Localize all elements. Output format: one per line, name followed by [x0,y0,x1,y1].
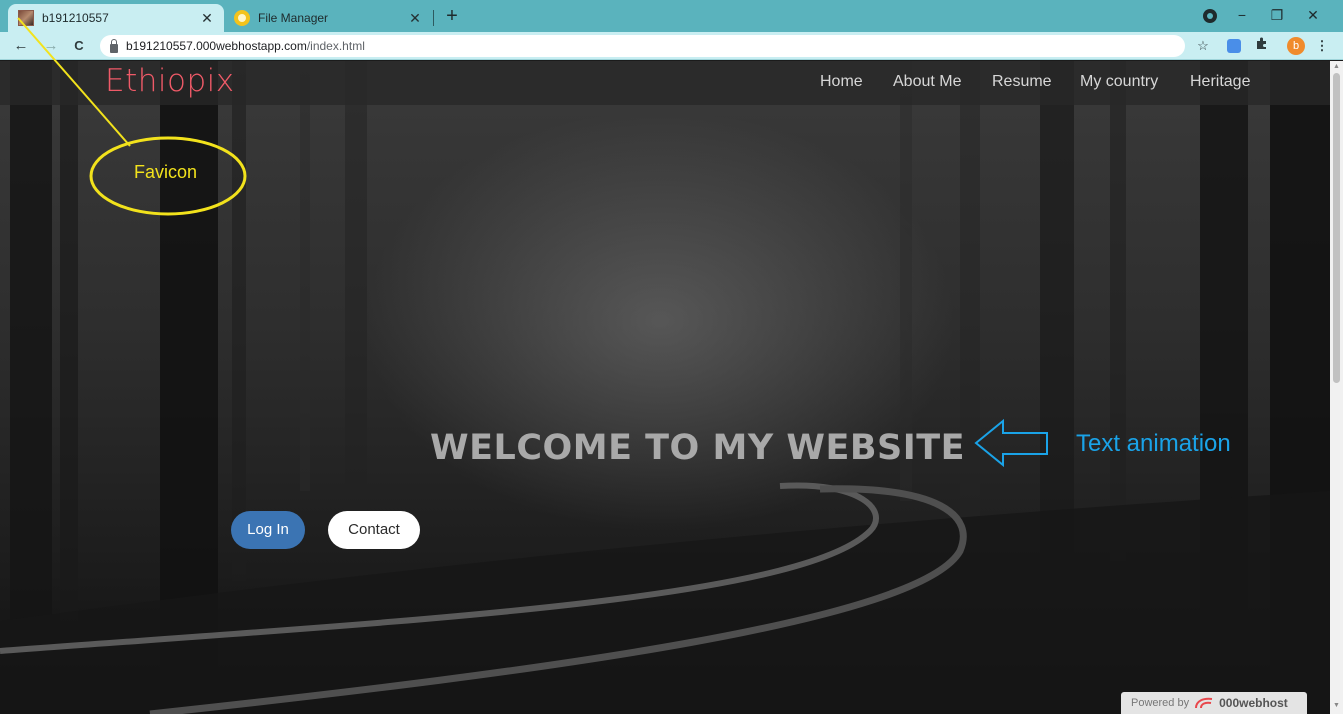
forest-railway-background [0,61,1330,714]
site-header: Ethiopix Home About Me Resume My country… [0,61,1330,105]
minimize-button[interactable]: − [1227,0,1257,32]
translate-extension-icon[interactable] [1227,39,1241,53]
tab-separator [433,10,434,26]
tab-file-manager[interactable]: File Manager ✕ [226,4,432,32]
tab-title: File Manager [258,11,329,25]
browser-profile-icon[interactable] [1203,9,1217,23]
reload-button[interactable]: C [68,35,90,57]
site-favicon-icon [18,10,34,26]
powered-by-badge[interactable]: Powered by 000webhost [1121,692,1307,714]
url-path: /index.html [306,39,365,53]
back-button[interactable]: ← [10,35,32,57]
tab-close-icon[interactable]: ✕ [406,10,424,27]
bookmark-star-icon[interactable]: ☆ [1193,36,1213,56]
file-manager-favicon-icon [234,10,250,26]
nav-about-me[interactable]: About Me [893,73,961,91]
tab-b191210557[interactable]: b191210557 ✕ [8,4,224,32]
scroll-down-icon[interactable]: ▼ [1332,702,1341,709]
scrollbar-thumb[interactable] [1333,73,1340,383]
profile-avatar[interactable]: b [1287,37,1305,55]
login-button[interactable]: Log In [231,511,305,549]
text-animation-annotation-label: Text animation [1076,430,1231,457]
browser-tab-bar: b191210557 ✕ File Manager ✕ + − ❐ ✕ [0,0,1343,32]
webhost-brand: 000webhost [1219,696,1288,710]
forward-button[interactable]: → [40,35,62,57]
browser-menu-icon[interactable]: ⋮ [1312,36,1332,56]
nav-resume[interactable]: Resume [992,73,1052,91]
nav-home[interactable]: Home [820,73,863,91]
lock-icon [110,38,118,53]
contact-button[interactable]: Contact [328,511,420,549]
tab-title: b191210557 [42,11,109,25]
close-window-button[interactable]: ✕ [1298,0,1328,32]
favicon-annotation-label: Favicon [134,162,198,182]
browser-toolbar: ← → C b191210557.000webhostapp.com/index… [0,32,1343,60]
nav-my-country[interactable]: My country [1080,73,1158,91]
extensions-puzzle-icon[interactable] [1252,36,1272,56]
scroll-up-icon[interactable]: ▲ [1332,63,1341,70]
new-tab-button[interactable]: + [440,4,464,28]
hero-title: WELCOME TO MY WEBSITE [430,428,966,468]
maximize-button[interactable]: ❐ [1262,0,1292,32]
site-logo[interactable]: Ethiopix [105,63,235,99]
web-page: Ethiopix Home About Me Resume My country… [0,61,1330,714]
webhost-logo-icon [1195,697,1213,709]
address-bar[interactable]: b191210557.000webhostapp.com/index.html [100,35,1185,57]
powered-by-text: Powered by [1131,697,1190,709]
tab-close-icon[interactable]: ✕ [198,10,216,27]
page-scrollbar[interactable]: ▲ ▼ [1330,61,1343,714]
nav-heritage[interactable]: Heritage [1190,73,1250,91]
url-domain: b191210557.000webhostapp.com [126,39,307,53]
